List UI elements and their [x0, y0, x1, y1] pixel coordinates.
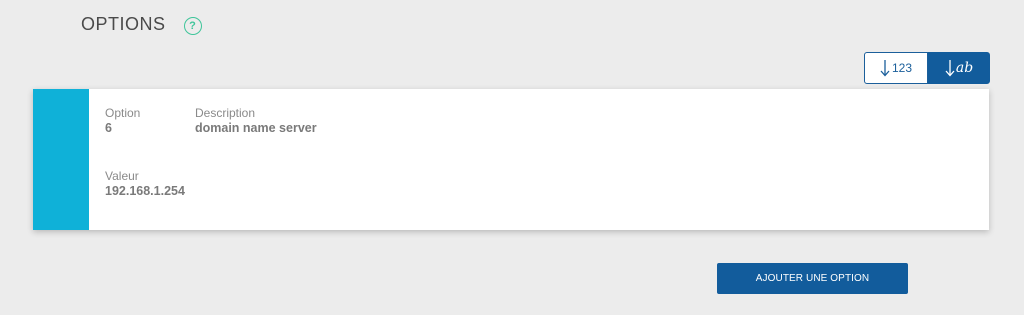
- help-icon[interactable]: ?: [183, 16, 202, 35]
- sort-toggle-group: 123 ab: [864, 52, 990, 84]
- option-description-label: Description: [195, 106, 256, 120]
- option-number-value: 6: [105, 121, 112, 135]
- option-number-field: Option 6: [105, 106, 140, 136]
- option-card-accent: [33, 89, 89, 230]
- add-option-button[interactable]: AJOUTER UNE OPTION: [717, 263, 908, 294]
- page-title: OPTIONS: [81, 14, 166, 34]
- option-value-value: 192.168.1.254: [105, 184, 185, 198]
- option-value-field: Valeur 192.168.1.254: [105, 169, 185, 199]
- sort-alpha-label: ab: [955, 60, 974, 76]
- sort-alpha-button[interactable]: ab: [928, 52, 990, 84]
- option-description-field: Description domain name server: [195, 106, 317, 136]
- option-card[interactable]: Option 6 Description domain name server …: [33, 89, 989, 230]
- options-page: OPTIONS ? 123 ab Option 6 Description do: [0, 0, 1024, 315]
- option-description-value: domain name server: [195, 121, 317, 135]
- page-header: OPTIONS ?: [81, 14, 202, 35]
- option-value-label: Valeur: [105, 169, 139, 183]
- arrow-down-icon: [880, 60, 890, 77]
- sort-numeric-label: 123: [891, 61, 913, 75]
- sort-numeric-button[interactable]: 123: [864, 52, 928, 84]
- arrow-down-icon: [945, 60, 955, 77]
- option-number-label: Option: [105, 106, 141, 120]
